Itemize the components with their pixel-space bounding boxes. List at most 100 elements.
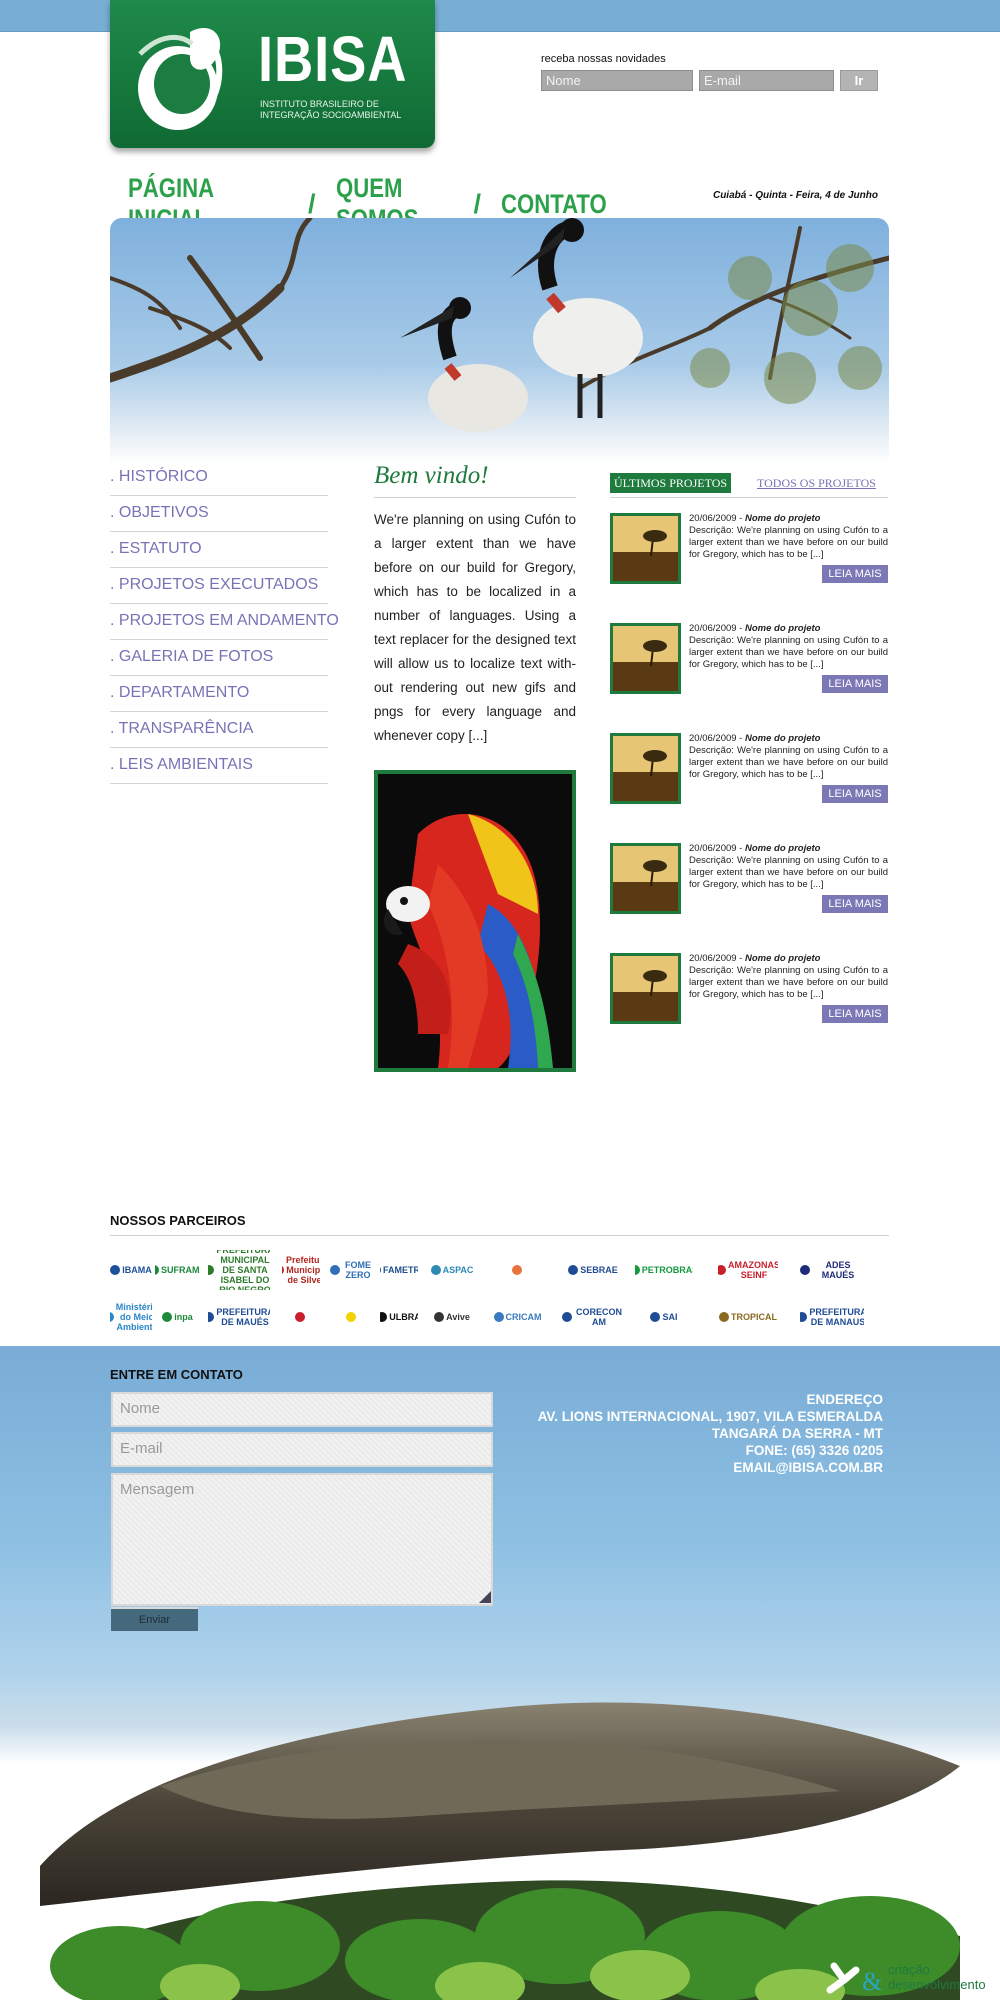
sidebar-item-projetos-em-andamento[interactable]: . PROJETOS EM ANDAMENTO — [110, 604, 339, 640]
project-thumbnail[interactable] — [610, 513, 681, 584]
avive-logo-mark — [434, 1312, 445, 1322]
sidebar-menu: . HISTÓRICO . OBJETIVOS . ESTATUTO . PRO… — [110, 460, 339, 784]
petrobras-logo-mark — [635, 1265, 640, 1275]
sidebar-item-departamento[interactable]: . DEPARTAMENTO — [110, 676, 328, 712]
project-thumbnail[interactable] — [610, 953, 681, 1024]
divider — [110, 1235, 889, 1236]
inpa-logo[interactable]: inpa — [155, 1297, 200, 1337]
partner-name: PREFEITURA DE MAUÉS — [216, 1307, 270, 1327]
read-more-button[interactable]: LEIA MAIS — [822, 565, 888, 583]
newsletter-submit-button[interactable]: Ir — [840, 70, 878, 91]
ibama-logo[interactable]: IBAMA — [110, 1250, 152, 1290]
avive-logo[interactable]: Avive — [427, 1297, 477, 1337]
seal-logo[interactable] — [282, 1297, 320, 1337]
read-more-button[interactable]: LEIA MAIS — [822, 1005, 888, 1023]
prefeitura-manaus-logo[interactable]: PREFEITURA DE MANAUS — [800, 1297, 864, 1337]
silves-logo[interactable]: Prefeitura Municipal de Silves — [282, 1250, 320, 1290]
partner-name: Avive — [446, 1312, 470, 1322]
petrobras-logo[interactable]: PETROBRAS — [635, 1250, 693, 1290]
read-more-button[interactable]: LEIA MAIS — [822, 785, 888, 803]
orange-x-logo[interactable] — [490, 1250, 545, 1290]
orange-x-logo-mark — [511, 1265, 522, 1275]
ades-maues-logo-mark — [800, 1265, 810, 1275]
latest-projects-tab[interactable]: ÚLTIMOS PROJETOS — [610, 473, 732, 493]
prefeitura-santa-isabel-logo[interactable]: PREFEITURA MUNICIPAL DE SANTA ISABEL DO … — [208, 1250, 270, 1290]
contact-name-input[interactable]: Nome — [111, 1392, 493, 1427]
mma-logo[interactable]: Ministério do Meio Ambiente — [110, 1297, 152, 1337]
sidebar-item-transparencia[interactable]: . TRANSPARÊNCIA — [110, 712, 328, 748]
project-card: 20/06/2009 - Nome do projeto Descrição: … — [610, 513, 888, 593]
fome-zero-logo[interactable]: FOME ZERO — [330, 1250, 374, 1290]
address-block: ENDEREÇO AV. LIONS INTERNACIONAL, 1907, … — [500, 1391, 883, 1476]
project-card: 20/06/2009 - Nome do projeto Descrição: … — [610, 623, 888, 703]
developer-credit[interactable]: & criação desenvolvimento — [826, 1960, 996, 1998]
address-street: AV. LIONS INTERNACIONAL, 1907, VILA ESME… — [537, 1409, 883, 1424]
partner-name: inpa — [174, 1312, 193, 1322]
amazonas-seinf-logo[interactable]: AMAZONAS SEINF — [718, 1250, 778, 1290]
partner-name: PREFEITURA DE MANAUS — [809, 1307, 864, 1327]
project-date: 20/06/2009 - — [689, 733, 745, 744]
credit-line: desenvolvimento — [888, 1977, 986, 1992]
fametro-logo-mark — [380, 1265, 381, 1275]
address-heading: ENDEREÇO — [806, 1392, 883, 1407]
partner-name: PETROBRAS — [641, 1265, 693, 1275]
suframa-logo-mark — [155, 1265, 159, 1275]
seal-logo-mark — [295, 1312, 305, 1322]
ades-maues-logo[interactable]: ADES MAUÉS — [800, 1250, 864, 1290]
sidebar-item-projetos-executados[interactable]: . PROJETOS EXECUTADOS — [110, 568, 328, 604]
partner-name: CRICAM — [505, 1312, 542, 1322]
inpa-logo-mark — [162, 1312, 173, 1322]
project-description: Descrição: We're planning on using Cufón… — [689, 855, 888, 890]
divider — [374, 497, 576, 498]
suframa-logo[interactable]: SUFRAMA — [155, 1250, 200, 1290]
ibisa-logo[interactable]: IBISA INSTITUTO BRASILEIRO DE INTEGRAÇÃO… — [110, 0, 435, 148]
cricam-logo[interactable]: CRICAM — [490, 1297, 545, 1337]
tropical-logo[interactable]: TROPICAL — [718, 1297, 778, 1337]
sidebar-item-estatuto[interactable]: . ESTATUTO — [110, 532, 328, 568]
contact-message-textarea[interactable]: Mensagem — [111, 1473, 493, 1606]
project-thumbnail[interactable] — [610, 843, 681, 914]
send-button[interactable]: Enviar — [111, 1607, 198, 1631]
macaw-illustration — [378, 774, 572, 1068]
contact-email-input[interactable]: E-mail — [111, 1432, 493, 1467]
sai-logo-mark — [650, 1312, 661, 1322]
project-thumbnail[interactable] — [610, 623, 681, 694]
project-name: Nome do projeto — [745, 513, 821, 524]
project-thumbnail[interactable] — [610, 733, 681, 804]
sidebar-item-leis-ambientais[interactable]: . LEIS AMBIENTAIS — [110, 748, 328, 784]
ulbra-logo[interactable]: ULBRA — [380, 1297, 418, 1337]
sidebar-item-objetivos[interactable]: . OBJETIVOS — [110, 496, 328, 532]
nav-separator: / — [473, 188, 482, 219]
fametro-logo[interactable]: FAMETRO — [380, 1250, 418, 1290]
sidebar-item-galeria-de-fotos[interactable]: . GALERIA DE FOTOS — [110, 640, 328, 676]
aspac-logo[interactable]: ASPAC — [427, 1250, 477, 1290]
read-more-button[interactable]: LEIA MAIS — [822, 675, 888, 693]
sidebar-item-historico[interactable]: . HISTÓRICO — [110, 460, 328, 496]
prefeitura-maues-logo-mark — [208, 1312, 215, 1322]
svg-text:&: & — [862, 1967, 882, 1996]
banco-do-brasil-logo[interactable] — [330, 1297, 374, 1337]
divider — [610, 497, 888, 498]
partner-name: SAI — [662, 1312, 678, 1322]
partner-name: FAMETRO — [383, 1265, 418, 1275]
partner-name: SEBRAE — [580, 1265, 618, 1275]
partner-name: ASPAC — [442, 1265, 474, 1275]
sai-logo[interactable]: SAI — [635, 1297, 693, 1337]
fome-zero-logo-mark — [330, 1265, 340, 1275]
partners-title: NOSSOS PARCEIROS — [110, 1213, 246, 1228]
jabiru-birds-illustration — [110, 218, 889, 432]
newsletter-email-input[interactable]: E-mail — [699, 70, 834, 91]
corecon-logo[interactable]: CORECON AM — [562, 1297, 624, 1337]
newsletter-name-input[interactable]: Nome — [541, 70, 693, 91]
prefeitura-maues-logo[interactable]: PREFEITURA DE MAUÉS — [208, 1297, 270, 1337]
sebrae-logo[interactable]: SEBRAE — [562, 1250, 624, 1290]
nav-separator: / — [308, 188, 316, 219]
date-text: Cuiabá - Quinta - Feira, 4 de Junho — [712, 190, 878, 201]
all-projects-link[interactable]: TODOS OS PROJETOS — [757, 476, 876, 491]
project-description: Descrição: We're planning on using Cufón… — [689, 635, 888, 670]
welcome-text: We're planning on using Cufón to a large… — [374, 512, 576, 743]
project-card: 20/06/2009 - Nome do projeto Descrição: … — [610, 843, 888, 923]
project-description: Descrição: We're planning on using Cufón… — [689, 525, 888, 560]
nav-contact-link[interactable]: CONTATO — [501, 189, 607, 220]
read-more-button[interactable]: LEIA MAIS — [822, 895, 888, 913]
